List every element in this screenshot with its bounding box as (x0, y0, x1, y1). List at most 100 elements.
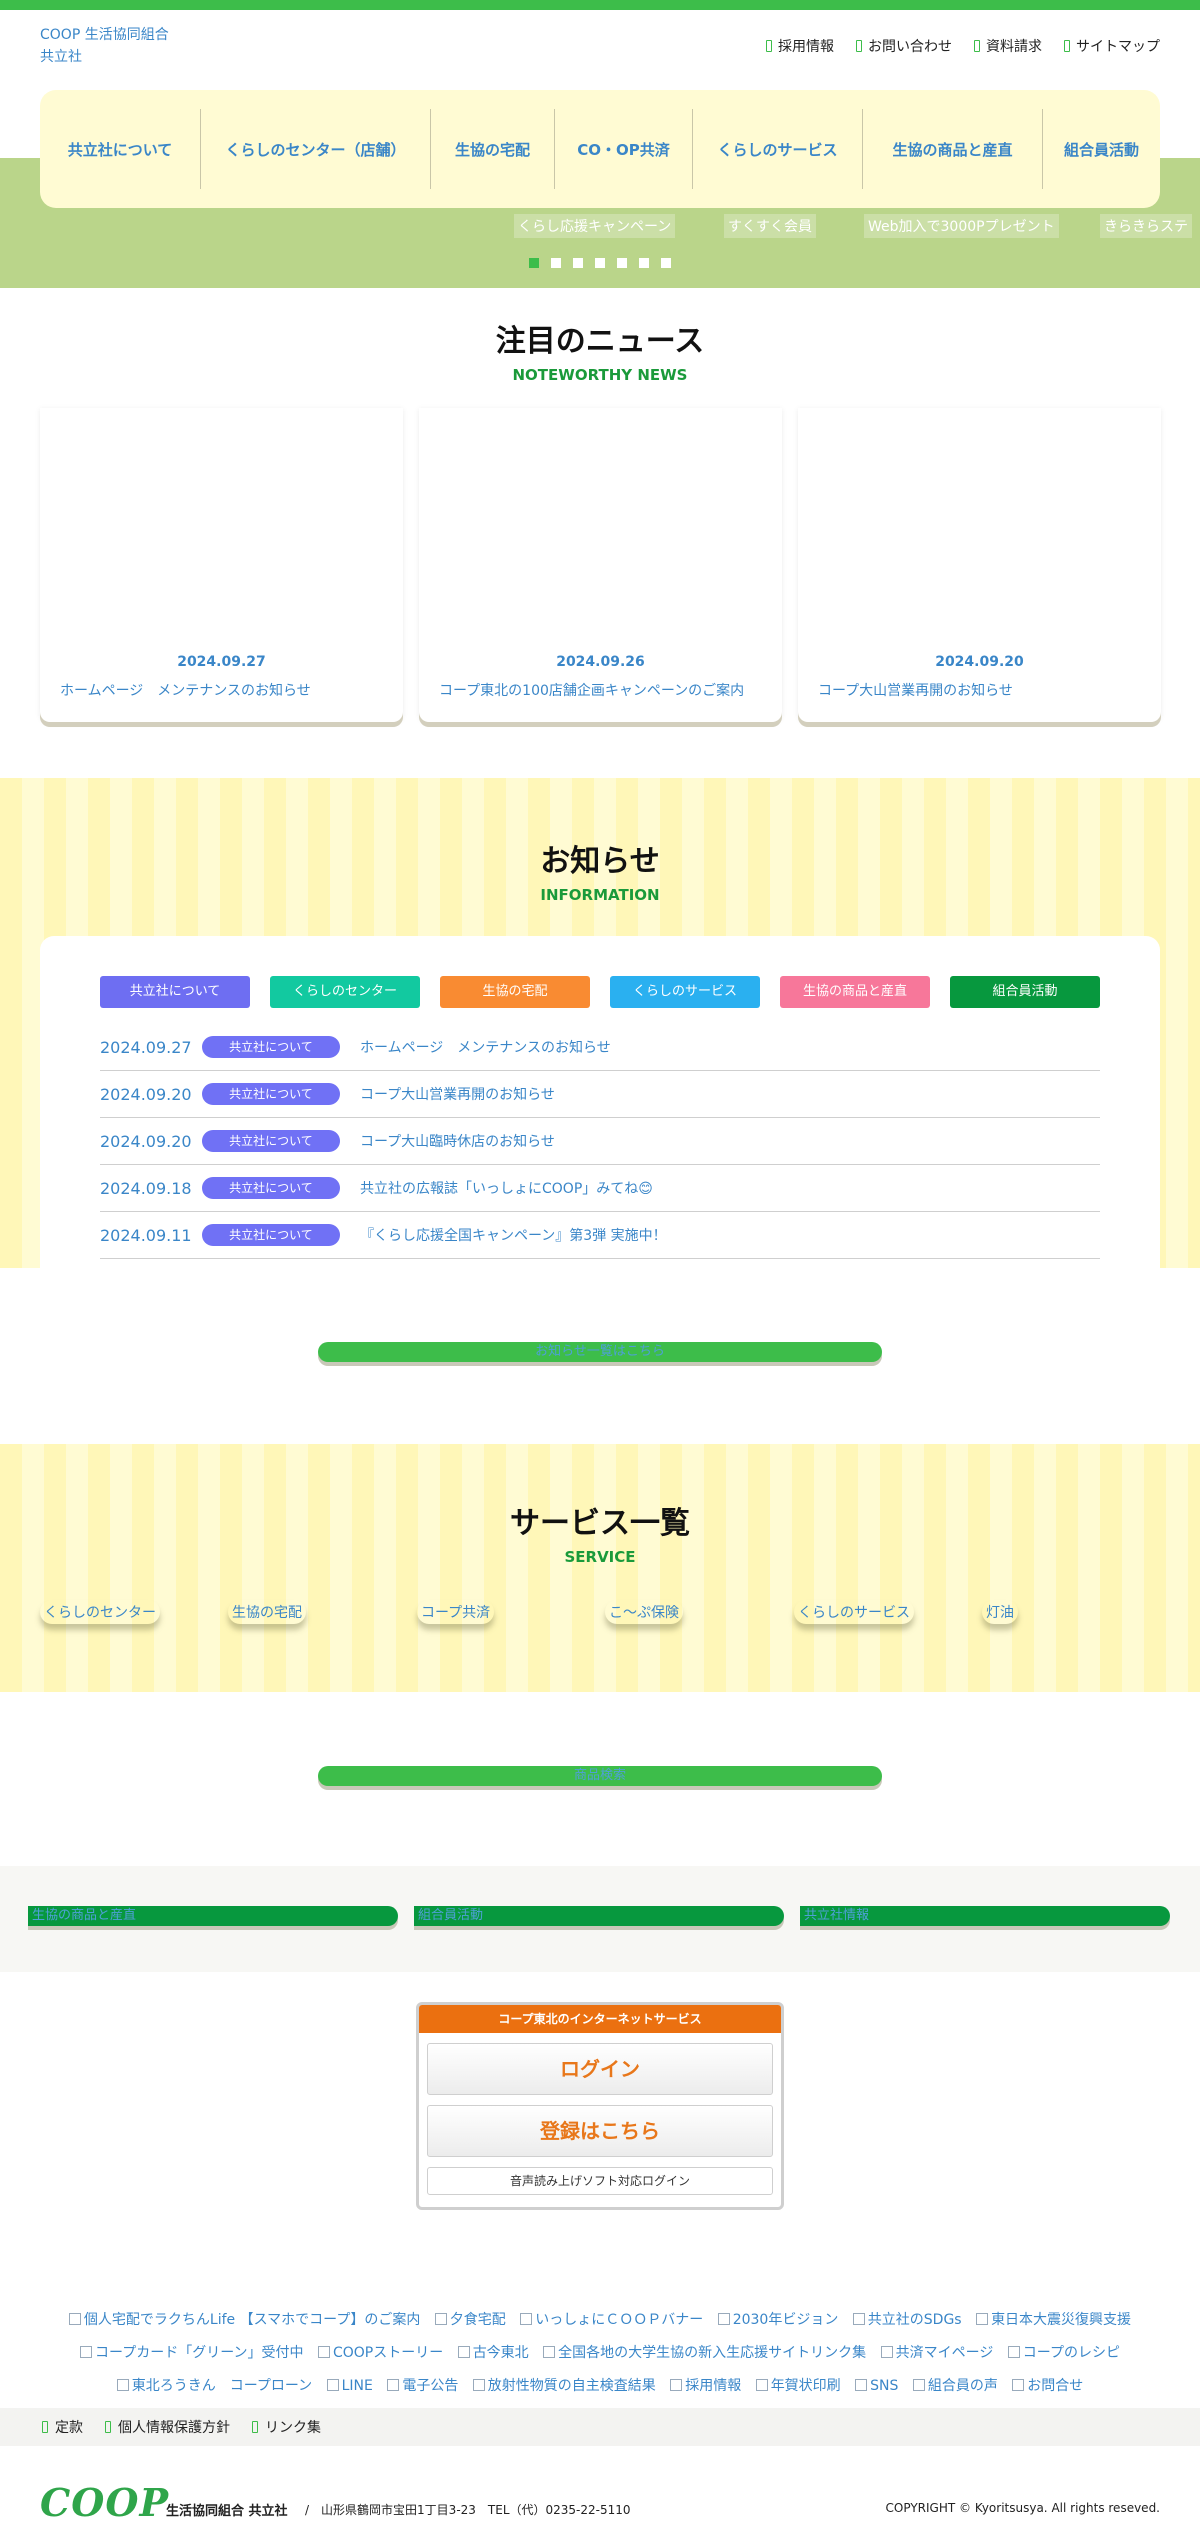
footer-link-links[interactable]: リンク集 (252, 2417, 321, 2437)
bar-members[interactable]: 組合員活動 (414, 1906, 784, 1926)
info-text: コープ大山臨時休店のお知らせ (360, 1134, 555, 1150)
service-item-services[interactable]: くらしのサービス (794, 1600, 914, 1624)
footer-link-articles[interactable]: 定款 (42, 2417, 83, 2437)
utility-link-brochure[interactable]: 資料請求 (974, 36, 1042, 56)
banner-link[interactable]: 全国各地の大学生協の新入生応援サイトリンク集 (543, 2345, 866, 2361)
banner-link[interactable]: 2030年ビジョン (718, 2312, 839, 2328)
banner-link[interactable]: 電子公告 (387, 2378, 458, 2394)
service-item-insurance[interactable]: こ～ぷ保険 (605, 1600, 683, 1624)
category-filter-button[interactable]: くらしのセンター (270, 976, 420, 1008)
news-card[interactable]: 2024.09.27 ホームページ メンテナンスのお知らせ (40, 408, 403, 722)
info-row[interactable]: 2024.09.20 共立社について コープ大山営業再開のお知らせ (100, 1071, 1100, 1118)
news-headline: コープ大山営業再開のお知らせ (818, 683, 1013, 699)
banner-link[interactable]: COOPストーリー (318, 2345, 443, 2361)
info-row[interactable]: 2024.09.18 共立社について 共立社の広報誌「いっしょにCOOP」みてね😊 (100, 1165, 1100, 1212)
footer-link-privacy[interactable]: 個人情報保護方針 (105, 2417, 230, 2437)
banner-link[interactable]: 古今東北 (458, 2345, 529, 2361)
banner-link[interactable]: 共済マイページ (881, 2345, 994, 2361)
slider-dots (529, 258, 671, 268)
info-section: お知らせ INFORMATION 共立社について くらしのセンター 生協の宅配 くらし… (0, 778, 1200, 1268)
slide-banner[interactable]: すくすく会員 (724, 214, 816, 238)
utility-link-sitemap[interactable]: サイトマップ (1064, 36, 1160, 56)
voice-login-button[interactable]: 音声読み上げソフト対応ログイン (427, 2167, 773, 2195)
bar-products[interactable]: 生協の商品と産直 (28, 1906, 398, 1926)
banner-link[interactable]: 組合員の声 (913, 2378, 998, 2394)
utility-link-recruit[interactable]: 採用情報 (766, 36, 834, 56)
category-filter-button[interactable]: 生協の商品と産直 (780, 976, 930, 1008)
service-item-kyosai[interactable]: コープ共済 (417, 1600, 494, 1624)
service-item-center[interactable]: くらしのセンター (40, 1600, 160, 1624)
info-row[interactable]: 2024.09.11 共立社について 『くらし応援全国キャンペーン』第3弾 実施中！ (100, 1212, 1100, 1259)
category-filter-button[interactable]: 生協の宅配 (440, 976, 590, 1008)
slider-dot[interactable] (551, 258, 561, 268)
banner-link[interactable]: 採用情報 (670, 2378, 741, 2394)
slider-dot[interactable] (661, 258, 671, 268)
slider-dot[interactable] (573, 258, 583, 268)
slide-banner[interactable]: Web加入で3000Pプレゼント (864, 214, 1059, 238)
slide-banner[interactable]: くらし応援キャンペーン (514, 214, 676, 238)
login-button[interactable]: ログイン (427, 2043, 773, 2095)
bar-corporate[interactable]: 共立社情報 (800, 1906, 1170, 1926)
info-title: お知らせ (540, 844, 660, 879)
category-filter-button[interactable]: 組合員活動 (950, 976, 1100, 1008)
banner-link[interactable]: 東北ろうきん コープローン (117, 2378, 312, 2394)
service-item-delivery[interactable]: 生協の宅配 (228, 1600, 306, 1624)
nav-item-services[interactable]: くらしのサービス (692, 109, 862, 189)
service-list: くらしのセンター 生協の宅配 コープ共済 こ～ぷ保険 くらしのサービス 灯油 (40, 1600, 1200, 1628)
top-accent-bar (0, 0, 1200, 10)
info-more-button[interactable]: お知らせ一覧はこちら (318, 1342, 882, 1362)
info-row[interactable]: 2024.09.20 共立社について コープ大山臨時休店のお知らせ (100, 1118, 1100, 1165)
info-more-wrap: お知らせ一覧はこちら (0, 1268, 1200, 1444)
news-date: 2024.09.20 (935, 654, 1024, 670)
nav-item-about[interactable]: 共立社について (40, 109, 200, 189)
info-subtitle: INFORMATION (540, 886, 660, 904)
info-date: 2024.09.11 (100, 1225, 192, 1245)
info-panel: 共立社について くらしのセンター 生協の宅配 くらしのサービス 生協の商品と産直 組合員活… (40, 936, 1160, 1268)
slider-dot[interactable] (529, 258, 539, 268)
slide-track: くらし応援キャンペーン すくすく会員 Web加入で3000Pプレゼント きらきら… (0, 214, 1200, 238)
info-date: 2024.09.20 (100, 1131, 192, 1151)
nav-item-members[interactable]: 組合員活動 (1042, 109, 1160, 189)
banner-link[interactable]: コープカード「グリーン」受付中 (80, 2345, 303, 2361)
service-item-kerosene[interactable]: 灯油 (982, 1600, 1018, 1624)
banner-link[interactable]: 東日本大震災復興支援 (976, 2312, 1131, 2328)
info-date: 2024.09.20 (100, 1084, 192, 1104)
banner-link[interactable]: コープのレシピ (1008, 2345, 1120, 2361)
file-icon (856, 40, 862, 52)
category-badge: 共立社について (202, 1036, 340, 1058)
news-subtitle: NOTEWORTHY NEWS (512, 366, 688, 384)
slide-banner[interactable]: きらきらステ (1100, 214, 1192, 238)
banner-link[interactable]: SNS (855, 2378, 898, 2394)
category-filter-button[interactable]: 共立社について (100, 976, 250, 1008)
utility-nav: 採用情報 お問い合わせ 資料請求 サイトマップ (766, 36, 1160, 56)
news-card[interactable]: 2024.09.26 コープ東北の100店舗企画キャンペーンのご案内 (419, 408, 782, 722)
news-date: 2024.09.27 (177, 654, 266, 670)
news-date: 2024.09.26 (556, 654, 645, 670)
nav-item-kyosai[interactable]: CO・OP共済 (554, 109, 692, 189)
info-row[interactable]: 2024.09.27 共立社について ホームページ メンテナンスのお知らせ (100, 1024, 1100, 1071)
news-cards: 2024.09.27 ホームページ メンテナンスのお知らせ 2024.09.26… (40, 408, 1161, 722)
register-button[interactable]: 登録はこちら (427, 2105, 773, 2157)
banner-link[interactable]: お問合せ (1012, 2378, 1083, 2394)
banner-link[interactable]: 夕食宅配 (435, 2312, 506, 2328)
main-nav: 共立社について くらしのセンター（店舗） 生協の宅配 CO・OP共済 くらしのサ… (40, 90, 1160, 208)
slider-dot[interactable] (639, 258, 649, 268)
banner-link[interactable]: いっしょにＣＯＯＰバナー (520, 2312, 703, 2328)
nav-item-products[interactable]: 生協の商品と産直 (862, 109, 1042, 189)
info-list: 2024.09.27 共立社について ホームページ メンテナンスのお知らせ 2024.… (100, 1024, 1100, 1259)
banner-link[interactable]: LINE (327, 2378, 373, 2394)
site-logo[interactable]: COOP 生活協同組合 共立社 (40, 24, 180, 68)
banner-link[interactable]: 年賀状印刷 (756, 2378, 841, 2394)
banner-link[interactable]: 放射性物質の自主検査結果 (473, 2378, 656, 2394)
slider-dot[interactable] (617, 258, 627, 268)
product-search-button[interactable]: 商品検索 (318, 1766, 882, 1786)
category-filter-button[interactable]: くらしのサービス (610, 976, 760, 1008)
nav-item-delivery[interactable]: 生協の宅配 (430, 109, 554, 189)
news-card[interactable]: 2024.09.20 コープ大山営業再開のお知らせ (798, 408, 1161, 722)
slider-dot[interactable] (595, 258, 605, 268)
utility-link-contact[interactable]: お問い合わせ (856, 36, 952, 56)
feature-bars: 生協の商品と産直 組合員活動 共立社情報 (0, 1866, 1200, 1972)
banner-link[interactable]: 共立社のSDGs (853, 2312, 962, 2328)
banner-link[interactable]: 個人宅配でラクちんLife 【スマホでコープ】のご案内 (69, 2312, 420, 2328)
nav-item-center[interactable]: くらしのセンター（店舗） (200, 109, 430, 189)
